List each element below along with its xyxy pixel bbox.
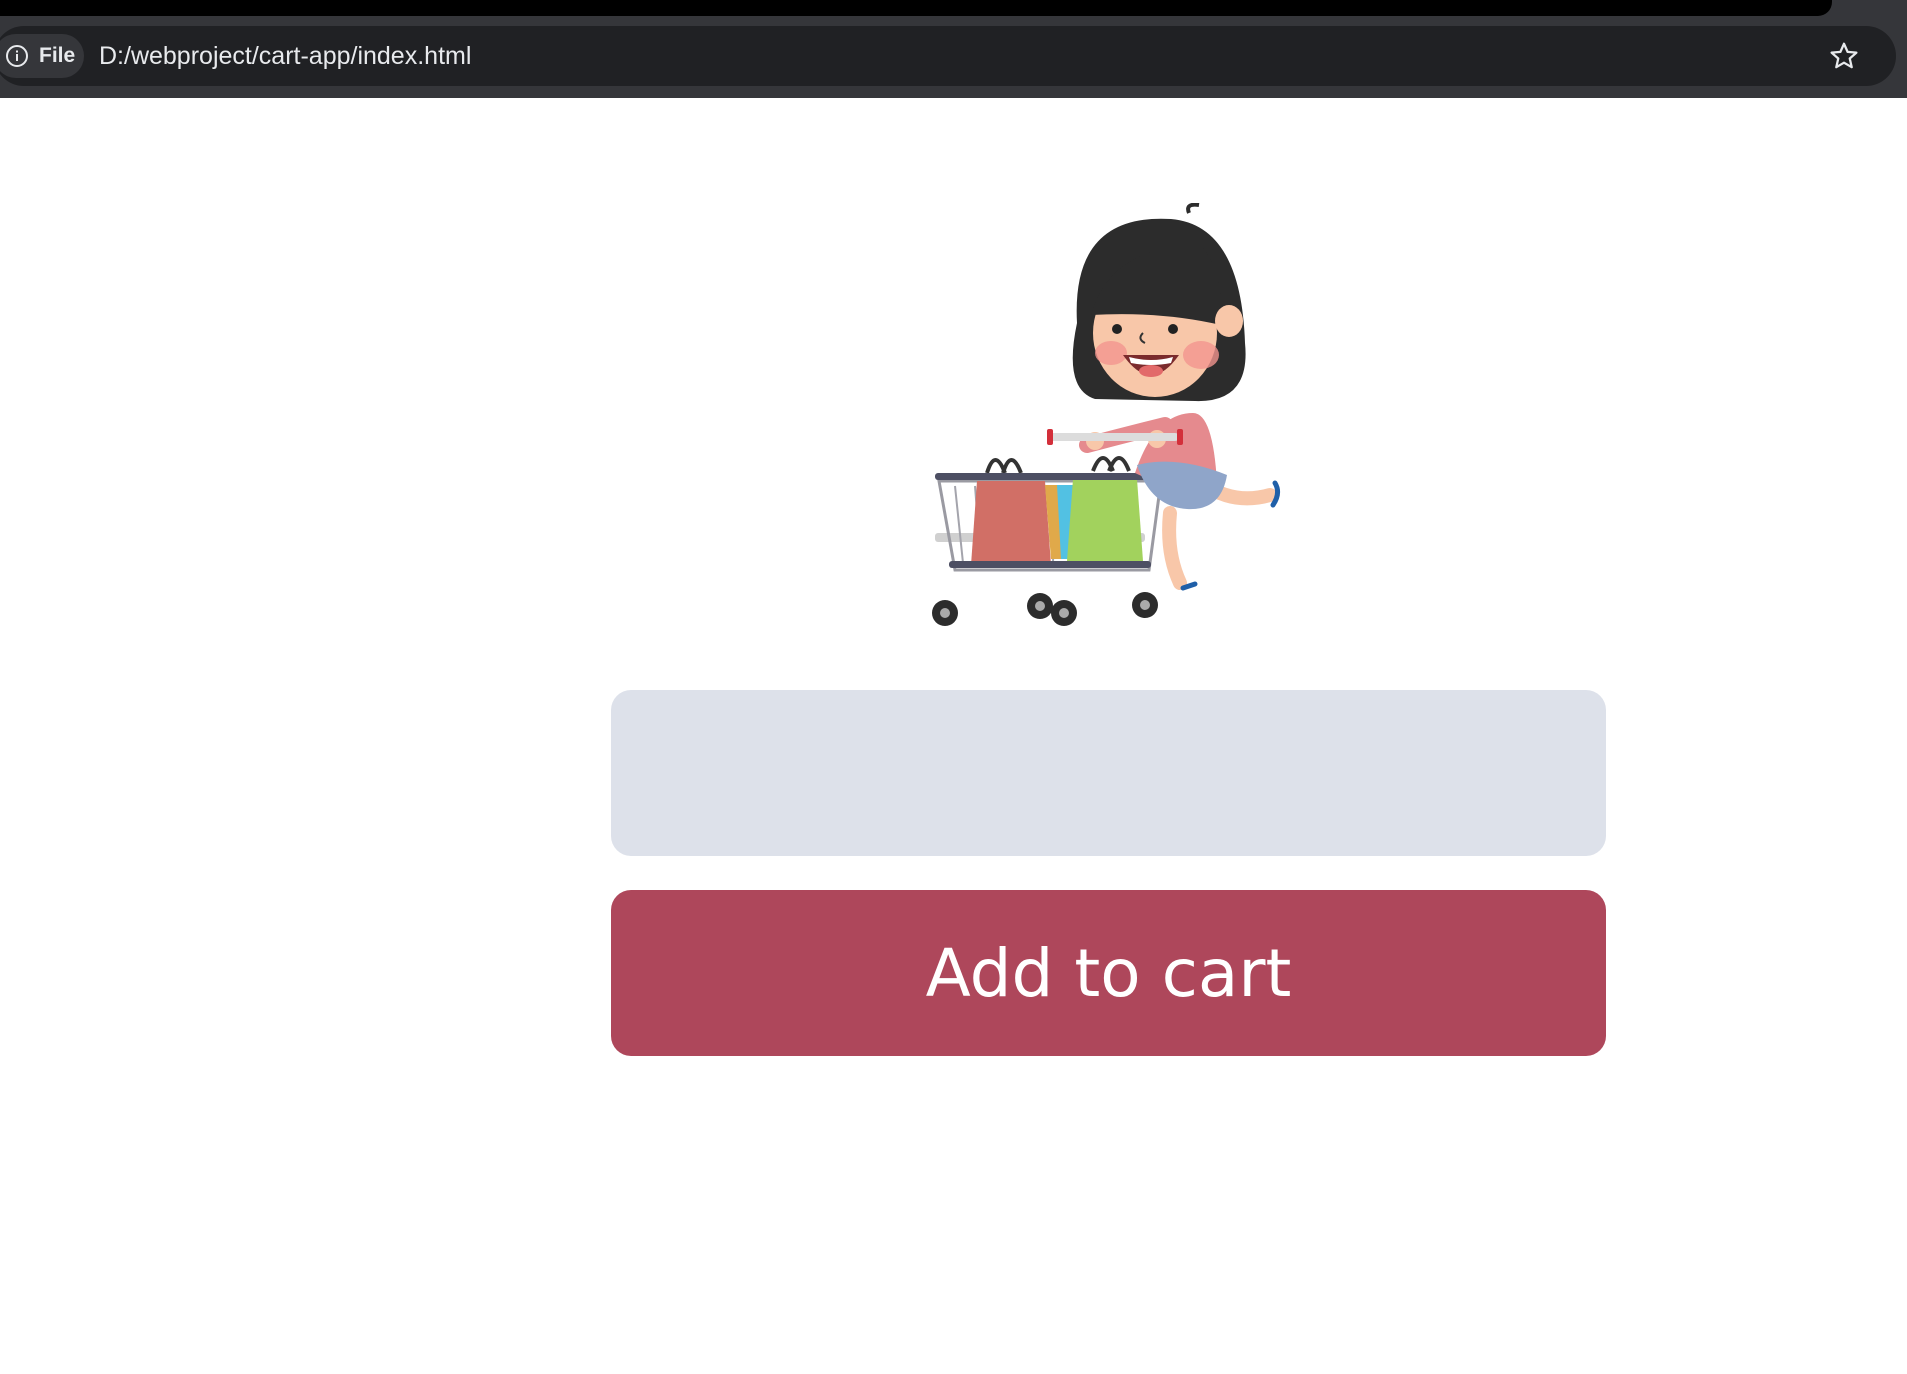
site-info-chip[interactable]: File [0, 34, 84, 78]
url-text[interactable]: D:/webproject/cart-app/index.html [99, 40, 471, 72]
browser-chrome: File D:/webproject/cart-app/index.html [0, 0, 1907, 98]
bookmark-star-icon[interactable] [1828, 40, 1860, 72]
site-chip-label: File [39, 44, 76, 67]
info-icon [4, 43, 30, 69]
tab-strip [0, 0, 1832, 16]
address-bar[interactable]: File D:/webproject/cart-app/index.html [0, 26, 1896, 86]
page-content: Add to cart [0, 98, 1907, 1374]
shopping-girl-illustration [932, 203, 1281, 626]
cart-wheels [932, 592, 1158, 626]
item-input[interactable] [611, 690, 1606, 856]
girl-head [1072, 203, 1246, 402]
add-to-cart-button[interactable]: Add to cart [611, 890, 1606, 1056]
